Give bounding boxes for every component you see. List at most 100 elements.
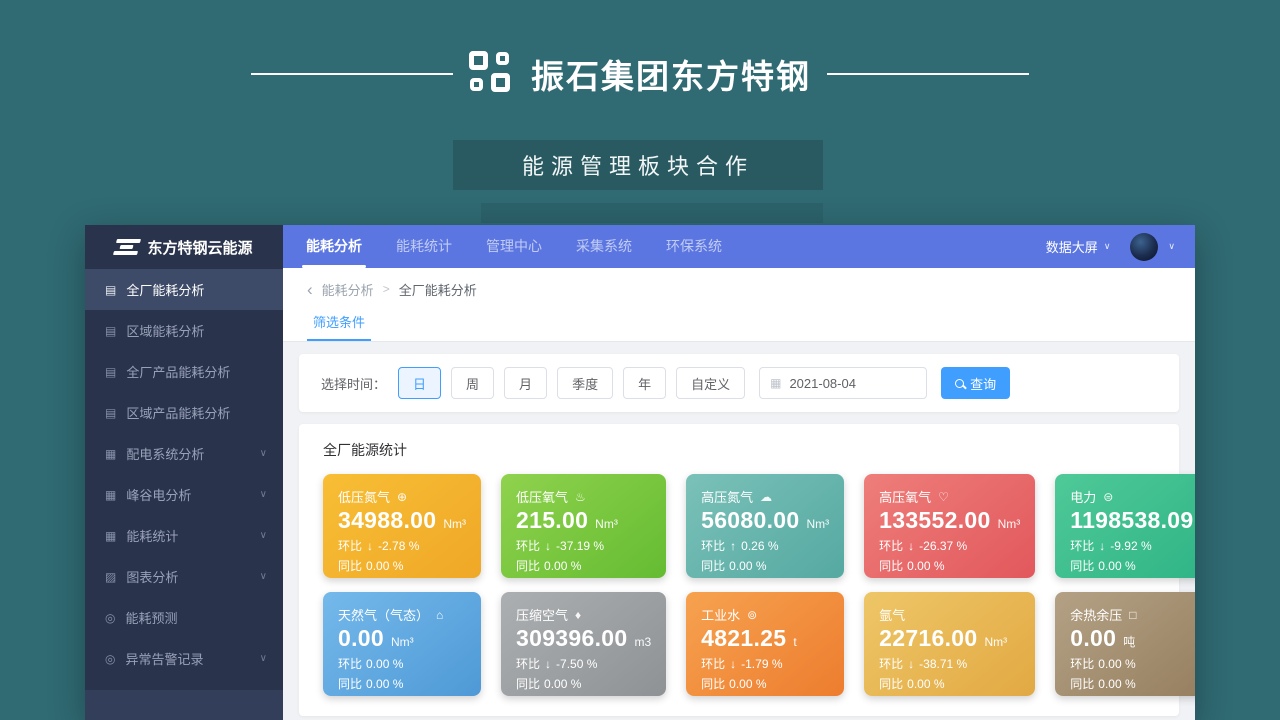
mom-label: 环比 [516,655,540,672]
yoy-row: 同比 0.00 % [516,557,651,574]
time-range-button[interactable]: 自定义 [676,367,745,399]
stat-value-row: 22716.00 Nm³ [879,625,1020,652]
chevron-down-icon[interactable]: ∨ [1168,241,1175,252]
sidebar-item-label: 全厂产品能耗分析 [126,362,230,381]
mom-value: -26.37 % [919,539,967,553]
stat-card-title: 低压氧气 ♨ [516,487,651,506]
menu-icon: ▨ [105,570,116,584]
mom-row: 环比 ↓ -2.78 % [338,537,466,554]
energy-type-icon: ⊕ [397,490,407,504]
mom-value: -7.50 % [556,657,597,671]
mom-value: 0.26 % [741,539,778,553]
sidebar-item-label: 能耗统计 [126,526,178,545]
stat-card[interactable]: 低压氮气 ⊕ 34988.00 Nm³ 环比 ↓ -2.78 % [323,474,481,578]
calendar-icon: ▦ [770,376,781,390]
stat-value-row: 215.00 Nm³ [516,507,651,534]
tab-filter-conditions[interactable]: 筛选条件 [307,310,371,341]
yoy-row: 同比 0.00 % [1070,675,1195,692]
chevron-down-icon: ∨ [1104,241,1111,252]
chevron-down-icon: ∨ [260,571,267,582]
breadcrumb-root[interactable]: 能耗分析 [322,280,374,299]
energy-name: 低压氧气 [516,487,568,506]
stat-card[interactable]: 压缩空气 ♦ 309396.00 m3 环比 ↓ -7.50 % [501,592,666,696]
stat-card[interactable]: 氩气 22716.00 Nm³ 环比 ↓ -38.71 % [864,592,1035,696]
menu-icon: ▦ [105,529,116,543]
yoy-row: 同比 0.00 % [516,675,651,692]
sidebar-item[interactable]: ▤ 全厂产品能耗分析 [85,351,283,392]
date-value: 2021-08-04 [789,376,856,391]
stat-value-row: 133552.00 Nm³ [879,507,1020,534]
yoy-value: 0.00 % [729,677,766,691]
date-picker-input[interactable]: ▦ 2021-08-04 [759,367,927,399]
menu-icon: ◎ [105,652,115,666]
stat-card[interactable]: 工业水 ⊚ 4821.25 t 环比 ↓ -1.79 % [686,592,844,696]
mom-label: 环比 [516,537,540,554]
yoy-row: 同比 0.00 % [879,557,1020,574]
sidebar-item[interactable]: ▦ 配电系统分析 ∨ [85,433,283,474]
time-range-button[interactable]: 季度 [557,367,613,399]
menu-icon: ▤ [105,365,116,379]
yoy-row: 同比 0.00 % [701,557,829,574]
sidebar-item[interactable]: ▤ 全厂能耗分析 [85,269,283,310]
stats-panel: 全厂能源统计 低压氮气 ⊕ 34988.00 Nm³ [299,424,1179,716]
stat-value: 133552.00 [879,507,990,534]
sidebar-item[interactable]: ◎ 能耗预测 [85,597,283,638]
query-button[interactable]: 查询 [941,367,1010,399]
sidebar-item[interactable]: ▤ 区域能耗分析 [85,310,283,351]
yoy-label: 同比 [701,557,725,574]
nav-tab[interactable]: 能耗统计 [379,225,469,268]
yoy-label: 同比 [516,675,540,692]
stat-value: 34988.00 [338,507,436,534]
energy-name: 低压氮气 [338,487,390,506]
stat-value: 56080.00 [701,507,799,534]
energy-type-icon: ♨ [575,490,586,504]
energy-type-icon: ⊜ [1103,490,1113,504]
sidebar-item[interactable]: ▤ 区域产品能耗分析 [85,392,283,433]
stat-value-row: 0.00 吨 [1070,625,1195,652]
energy-name: 压缩空气 [516,605,568,624]
nav-tab[interactable]: 管理中心 [469,225,559,268]
avatar[interactable] [1130,233,1158,261]
stat-card[interactable]: 高压氧气 ♡ 133552.00 Nm³ 环比 ↓ -26.37 % [864,474,1035,578]
back-arrow-icon[interactable]: ‹ [307,281,313,298]
filter-panel: 选择时间： 日 周 月 季度 年 自定义 [299,354,1179,412]
stats-section-title: 全厂能源统计 [323,440,1165,460]
stat-card[interactable]: 低压氧气 ♨ 215.00 Nm³ 环比 ↓ -37.19 % [501,474,666,578]
stat-card[interactable]: 高压氮气 ☁ 56080.00 Nm³ 环比 ↑ 0.26 % [686,474,844,578]
time-range-button[interactable]: 日 [398,367,441,399]
nav-tab[interactable]: 能耗分析 [289,225,379,268]
stat-card[interactable]: 电力 ⊜ 1198538.09 kw.h 环比 ↓ -9.92 % [1055,474,1195,578]
nav-tab[interactable]: 采集系统 [559,225,649,268]
chevron-down-icon: ∨ [260,653,267,664]
stat-card[interactable]: 余热余压 □ 0.00 吨 环比 0.00 % [1055,592,1195,696]
sidebar-item[interactable]: ▦ 能耗统计 ∨ [85,515,283,556]
stat-unit: t [793,635,796,649]
banner-text: 能源管理板块合作 [522,149,754,181]
stat-card[interactable]: 天然气（气态） ⌂ 0.00 Nm³ 环比 0.00 % [323,592,481,696]
time-range-button[interactable]: 月 [504,367,547,399]
energy-type-icon: □ [1129,608,1136,622]
stat-value-row: 4821.25 t [701,625,829,652]
time-range-button[interactable]: 年 [623,367,666,399]
trend-arrow-icon: ↓ [1099,539,1105,553]
stat-value-row: 1198538.09 kw.h [1070,507,1195,534]
menu-icon: ▤ [105,324,116,338]
yoy-value: 0.00 % [544,559,581,573]
time-range-button[interactable]: 周 [451,367,494,399]
stat-unit: Nm³ [595,517,618,531]
trend-arrow-icon: ↑ [730,539,736,553]
time-range-buttons: 日 周 月 季度 年 自定义 [398,367,755,399]
sidebar-item[interactable]: ◎ 异常告警记录 ∨ [85,638,283,679]
energy-type-icon: ⊚ [747,608,757,622]
data-screen-link[interactable]: 数据大屏 ∨ [1046,237,1111,256]
sidebar-item[interactable]: ▨ 图表分析 ∨ [85,556,283,597]
sidebar-item[interactable]: ▦ 峰谷电分析 ∨ [85,474,283,515]
mom-row: 环比 ↓ -37.19 % [516,537,651,554]
energy-name: 天然气（气态） [338,605,429,624]
energy-name: 工业水 [701,605,740,624]
yoy-label: 同比 [338,675,362,692]
mom-label: 环比 [701,537,725,554]
yoy-row: 同比 0.00 % [338,675,466,692]
yoy-value: 0.00 % [1098,559,1135,573]
nav-tab[interactable]: 环保系统 [649,225,739,268]
